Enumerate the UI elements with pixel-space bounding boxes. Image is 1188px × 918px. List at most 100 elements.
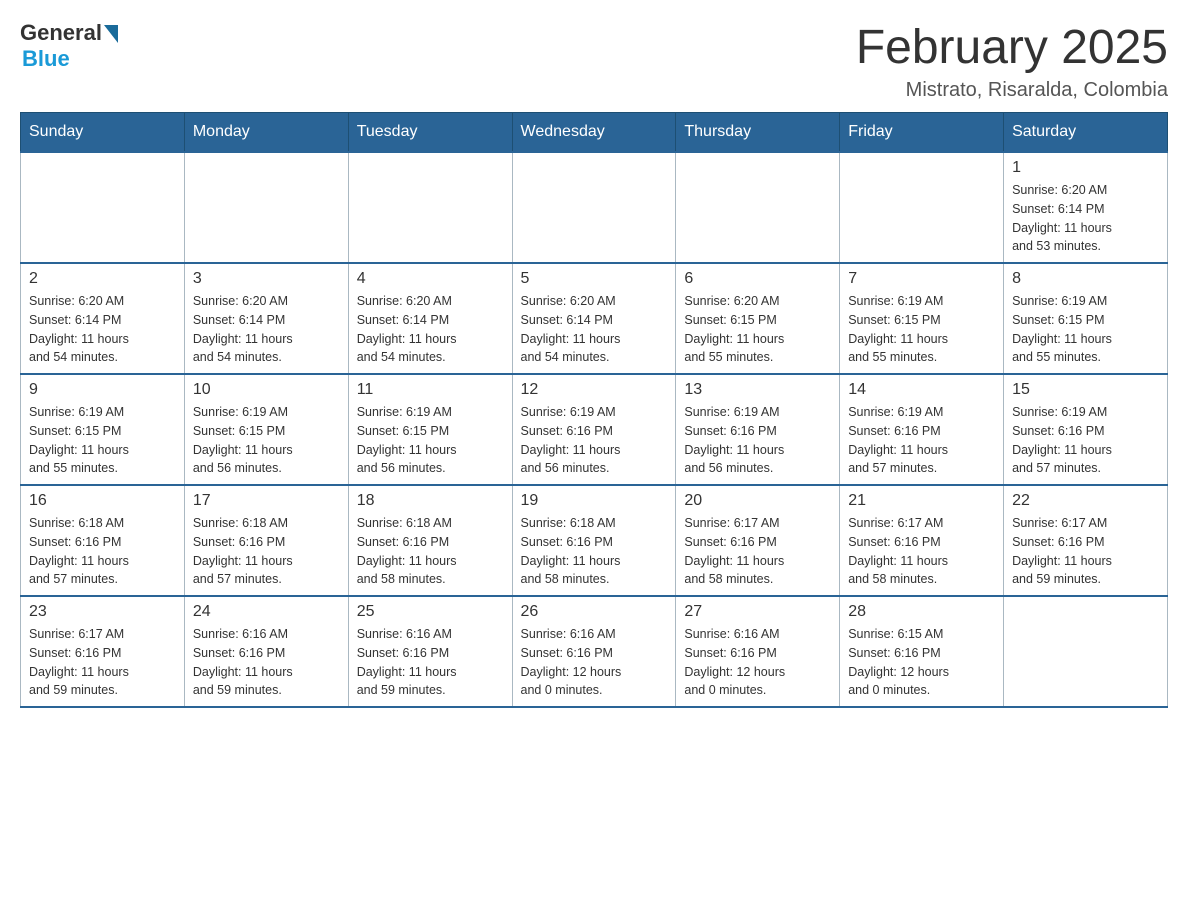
- calendar-cell: 22 Sunrise: 6:17 AMSunset: 6:16 PMDayligh…: [1004, 485, 1168, 596]
- day-info: Sunrise: 6:19 AMSunset: 6:15 PMDaylight:…: [357, 403, 504, 478]
- day-number: 28: [848, 603, 995, 621]
- calendar-cell: 4 Sunrise: 6:20 AMSunset: 6:14 PMDaylight…: [348, 263, 512, 374]
- month-title: February 2025: [856, 20, 1168, 75]
- day-number: 20: [684, 492, 831, 510]
- calendar-week-4: 16 Sunrise: 6:18 AMSunset: 6:16 PMDayligh…: [21, 485, 1168, 596]
- logo: General Blue: [20, 20, 118, 72]
- day-number: 7: [848, 270, 995, 288]
- day-info: Sunrise: 6:19 AMSunset: 6:16 PMDaylight:…: [1012, 403, 1159, 478]
- weekday-header-sunday: Sunday: [21, 113, 185, 153]
- day-info: Sunrise: 6:19 AMSunset: 6:16 PMDaylight:…: [684, 403, 831, 478]
- calendar-cell: 2 Sunrise: 6:20 AMSunset: 6:14 PMDaylight…: [21, 263, 185, 374]
- day-number: 3: [193, 270, 340, 288]
- weekday-header-thursday: Thursday: [676, 113, 840, 153]
- calendar-cell: 16 Sunrise: 6:18 AMSunset: 6:16 PMDayligh…: [21, 485, 185, 596]
- day-number: 23: [29, 603, 176, 621]
- calendar-cell: 10Sunrise: 6:19 AMSunset: 6:15 PMDayligh…: [184, 374, 348, 485]
- calendar-cell: 3 Sunrise: 6:20 AMSunset: 6:14 PMDaylight…: [184, 263, 348, 374]
- location: Mistrato, Risaralda, Colombia: [856, 79, 1168, 102]
- logo-arrow-icon: [104, 25, 118, 43]
- day-info: Sunrise: 6:20 AMSunset: 6:14 PMDaylight:…: [521, 292, 668, 367]
- day-info: Sunrise: 6:16 AMSunset: 6:16 PMDaylight:…: [684, 625, 831, 700]
- calendar-cell: 9 Sunrise: 6:19 AMSunset: 6:15 PMDaylight…: [21, 374, 185, 485]
- logo-general-text: General: [20, 20, 102, 46]
- calendar-cell: [348, 152, 512, 263]
- day-info: Sunrise: 6:20 AMSunset: 6:14 PMDaylight:…: [193, 292, 340, 367]
- day-number: 26: [521, 603, 668, 621]
- calendar-cell: 19 Sunrise: 6:18 AMSunset: 6:16 PMDayligh…: [512, 485, 676, 596]
- calendar-cell: 18Sunrise: 6:18 AMSunset: 6:16 PMDayligh…: [348, 485, 512, 596]
- day-info: Sunrise: 6:19 AMSunset: 6:15 PMDaylight:…: [1012, 292, 1159, 367]
- day-number: 1: [1012, 159, 1159, 177]
- day-info: Sunrise: 6:17 AMSunset: 6:16 PMDaylight:…: [684, 514, 831, 589]
- calendar-cell: 7 Sunrise: 6:19 AMSunset: 6:15 PMDaylight…: [840, 263, 1004, 374]
- calendar-cell: 14 Sunrise: 6:19 AMSunset: 6:16 PMDayligh…: [840, 374, 1004, 485]
- day-number: 15: [1012, 381, 1159, 399]
- day-info: Sunrise: 6:20 AMSunset: 6:14 PMDaylight:…: [1012, 181, 1159, 256]
- day-info: Sunrise: 6:20 AMSunset: 6:15 PMDaylight:…: [684, 292, 831, 367]
- calendar-cell: 28 Sunrise: 6:15 AMSunset: 6:16 PMDayligh…: [840, 596, 1004, 707]
- weekday-header-tuesday: Tuesday: [348, 113, 512, 153]
- day-number: 2: [29, 270, 176, 288]
- calendar-cell: 17 Sunrise: 6:18 AMSunset: 6:16 PMDayligh…: [184, 485, 348, 596]
- calendar-cell: 27 Sunrise: 6:16 AMSunset: 6:16 PMDayligh…: [676, 596, 840, 707]
- day-number: 10: [193, 381, 340, 399]
- day-number: 11: [357, 381, 504, 399]
- day-number: 22: [1012, 492, 1159, 510]
- calendar-cell: 23 Sunrise: 6:17 AMSunset: 6:16 PMDayligh…: [21, 596, 185, 707]
- weekday-header-wednesday: Wednesday: [512, 113, 676, 153]
- calendar-cell: [840, 152, 1004, 263]
- calendar-cell: 20 Sunrise: 6:17 AMSunset: 6:16 PMDayligh…: [676, 485, 840, 596]
- calendar-week-3: 9 Sunrise: 6:19 AMSunset: 6:15 PMDaylight…: [21, 374, 1168, 485]
- calendar-week-2: 2 Sunrise: 6:20 AMSunset: 6:14 PMDaylight…: [21, 263, 1168, 374]
- day-number: 4: [357, 270, 504, 288]
- calendar-cell: 11 Sunrise: 6:19 AMSunset: 6:15 PMDayligh…: [348, 374, 512, 485]
- day-info: Sunrise: 6:20 AMSunset: 6:14 PMDaylight:…: [29, 292, 176, 367]
- day-info: Sunrise: 6:17 AMSunset: 6:16 PMDaylight:…: [29, 625, 176, 700]
- day-info: Sunrise: 6:16 AMSunset: 6:16 PMDaylight:…: [521, 625, 668, 700]
- day-number: 6: [684, 270, 831, 288]
- day-info: Sunrise: 6:18 AMSunset: 6:16 PMDaylight:…: [521, 514, 668, 589]
- calendar-cell: 15 Sunrise: 6:19 AMSunset: 6:16 PMDayligh…: [1004, 374, 1168, 485]
- day-number: 16: [29, 492, 176, 510]
- calendar-cell: 26 Sunrise: 6:16 AMSunset: 6:16 PMDayligh…: [512, 596, 676, 707]
- day-number: 14: [848, 381, 995, 399]
- calendar-cell: 25Sunrise: 6:16 AMSunset: 6:16 PMDayligh…: [348, 596, 512, 707]
- day-info: Sunrise: 6:15 AMSunset: 6:16 PMDaylight:…: [848, 625, 995, 700]
- day-number: 25: [357, 603, 504, 621]
- calendar-cell: 5 Sunrise: 6:20 AMSunset: 6:14 PMDaylight…: [512, 263, 676, 374]
- weekday-header-saturday: Saturday: [1004, 113, 1168, 153]
- calendar-cell: 13 Sunrise: 6:19 AMSunset: 6:16 PMDayligh…: [676, 374, 840, 485]
- logo-blue-text: Blue: [22, 46, 70, 72]
- day-info: Sunrise: 6:18 AMSunset: 6:16 PMDaylight:…: [193, 514, 340, 589]
- calendar-week-5: 23 Sunrise: 6:17 AMSunset: 6:16 PMDayligh…: [21, 596, 1168, 707]
- day-info: Sunrise: 6:19 AMSunset: 6:15 PMDaylight:…: [848, 292, 995, 367]
- day-info: Sunrise: 6:19 AMSunset: 6:15 PMDaylight:…: [29, 403, 176, 478]
- calendar-cell: 21Sunrise: 6:17 AMSunset: 6:16 PMDayligh…: [840, 485, 1004, 596]
- calendar-cell: 12Sunrise: 6:19 AMSunset: 6:16 PMDayligh…: [512, 374, 676, 485]
- weekday-header-friday: Friday: [840, 113, 1004, 153]
- day-number: 12: [521, 381, 668, 399]
- calendar-cell: 6 Sunrise: 6:20 AMSunset: 6:15 PMDaylight…: [676, 263, 840, 374]
- calendar-cell: 24 Sunrise: 6:16 AMSunset: 6:16 PMDayligh…: [184, 596, 348, 707]
- day-info: Sunrise: 6:18 AMSunset: 6:16 PMDaylight:…: [29, 514, 176, 589]
- calendar-cell: 8Sunrise: 6:19 AMSunset: 6:15 PMDaylight…: [1004, 263, 1168, 374]
- day-number: 5: [521, 270, 668, 288]
- calendar-cell: [676, 152, 840, 263]
- weekday-header-monday: Monday: [184, 113, 348, 153]
- day-info: Sunrise: 6:20 AMSunset: 6:14 PMDaylight:…: [357, 292, 504, 367]
- day-number: 24: [193, 603, 340, 621]
- day-number: 19: [521, 492, 668, 510]
- calendar-cell: [21, 152, 185, 263]
- calendar-cell: [184, 152, 348, 263]
- day-number: 13: [684, 381, 831, 399]
- day-info: Sunrise: 6:19 AMSunset: 6:16 PMDaylight:…: [848, 403, 995, 478]
- day-number: 21: [848, 492, 995, 510]
- page-header: General Blue February 2025 Mistrato, Ris…: [20, 20, 1168, 102]
- day-number: 27: [684, 603, 831, 621]
- day-number: 18: [357, 492, 504, 510]
- day-number: 17: [193, 492, 340, 510]
- day-info: Sunrise: 6:17 AMSunset: 6:16 PMDaylight:…: [1012, 514, 1159, 589]
- day-number: 9: [29, 381, 176, 399]
- day-info: Sunrise: 6:16 AMSunset: 6:16 PMDaylight:…: [193, 625, 340, 700]
